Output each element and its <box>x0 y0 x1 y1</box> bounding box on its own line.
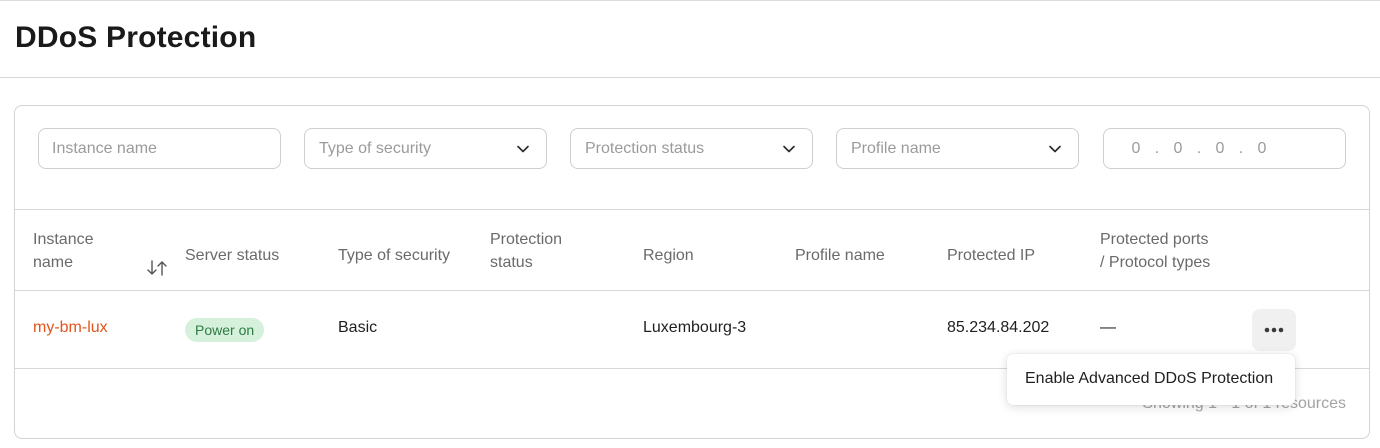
instance-name-filter[interactable] <box>38 128 281 169</box>
column-label-line: status <box>490 254 533 271</box>
instance-name-input[interactable] <box>39 129 280 168</box>
chevron-down-icon <box>783 145 795 153</box>
chevron-down-icon <box>517 145 529 153</box>
ip-separator: . <box>1196 139 1202 157</box>
protection-status-placeholder: Protection status <box>585 140 705 157</box>
column-label-line: name <box>33 254 74 271</box>
ip-octet-4[interactable]: 0 <box>1252 140 1272 158</box>
protected-ip-cell: 85.234.84.202 <box>947 319 1050 336</box>
row-actions-menu: Enable Advanced DDoS Protection <box>1007 354 1295 405</box>
column-label-line: / Protocol types <box>1100 254 1211 271</box>
enable-advanced-ddos-menu-item[interactable]: Enable Advanced DDoS Protection <box>1025 370 1273 388</box>
protected-ports-cell: — <box>1100 319 1116 336</box>
type-of-security-cell: Basic <box>338 319 378 336</box>
type-of-security-select[interactable]: Type of security <box>304 128 547 169</box>
ip-separator: . <box>1238 139 1244 157</box>
ip-octet-2[interactable]: 0 <box>1168 140 1188 158</box>
ip-octet-3[interactable]: 0 <box>1210 140 1230 158</box>
ip-separator: . <box>1154 139 1160 157</box>
table-header: Instance name Server status Type of secu… <box>15 210 1369 291</box>
profile-name-placeholder: Profile name <box>851 140 941 157</box>
ddos-protection-page: DDoS Protection Type of security Protect… <box>0 0 1380 448</box>
column-server-status: Server status <box>185 247 280 264</box>
column-label-line: Instance <box>33 231 94 248</box>
profile-name-select[interactable]: Profile name <box>836 128 1079 169</box>
filter-bar: Type of security Protection status Profi… <box>15 106 1369 210</box>
column-region: Region <box>643 247 694 264</box>
region-cell: Luxembourg-3 <box>643 319 747 336</box>
column-instance-name[interactable]: Instance name <box>33 228 167 276</box>
page-title: DDoS Protection <box>15 21 257 54</box>
row-actions-button[interactable] <box>1252 309 1296 351</box>
page-header: DDoS Protection <box>0 1 1380 78</box>
column-label-line: Protection <box>490 231 563 248</box>
column-protected-ip: Protected IP <box>947 247 1036 264</box>
status-badge: Power on <box>185 318 265 342</box>
ip-address-filter[interactable]: 0 . 0 . 0 . 0 <box>1103 128 1346 169</box>
instance-name-link[interactable]: my-bm-lux <box>33 319 108 337</box>
chevron-down-icon <box>1049 145 1061 153</box>
protection-status-select[interactable]: Protection status <box>570 128 813 169</box>
ip-octet-1[interactable]: 0 <box>1126 140 1146 158</box>
type-of-security-placeholder: Type of security <box>319 140 432 157</box>
column-label-line: Protected ports <box>1100 231 1209 248</box>
column-profile-name: Profile name <box>795 247 885 264</box>
sort-arrows-icon[interactable] <box>146 259 168 277</box>
column-protected-ports: Protected ports / Protocol types <box>1100 228 1210 274</box>
more-horizontal-icon <box>1264 327 1284 333</box>
column-protection-status: Protection status <box>490 228 562 274</box>
column-type-of-security: Type of security <box>338 247 451 264</box>
